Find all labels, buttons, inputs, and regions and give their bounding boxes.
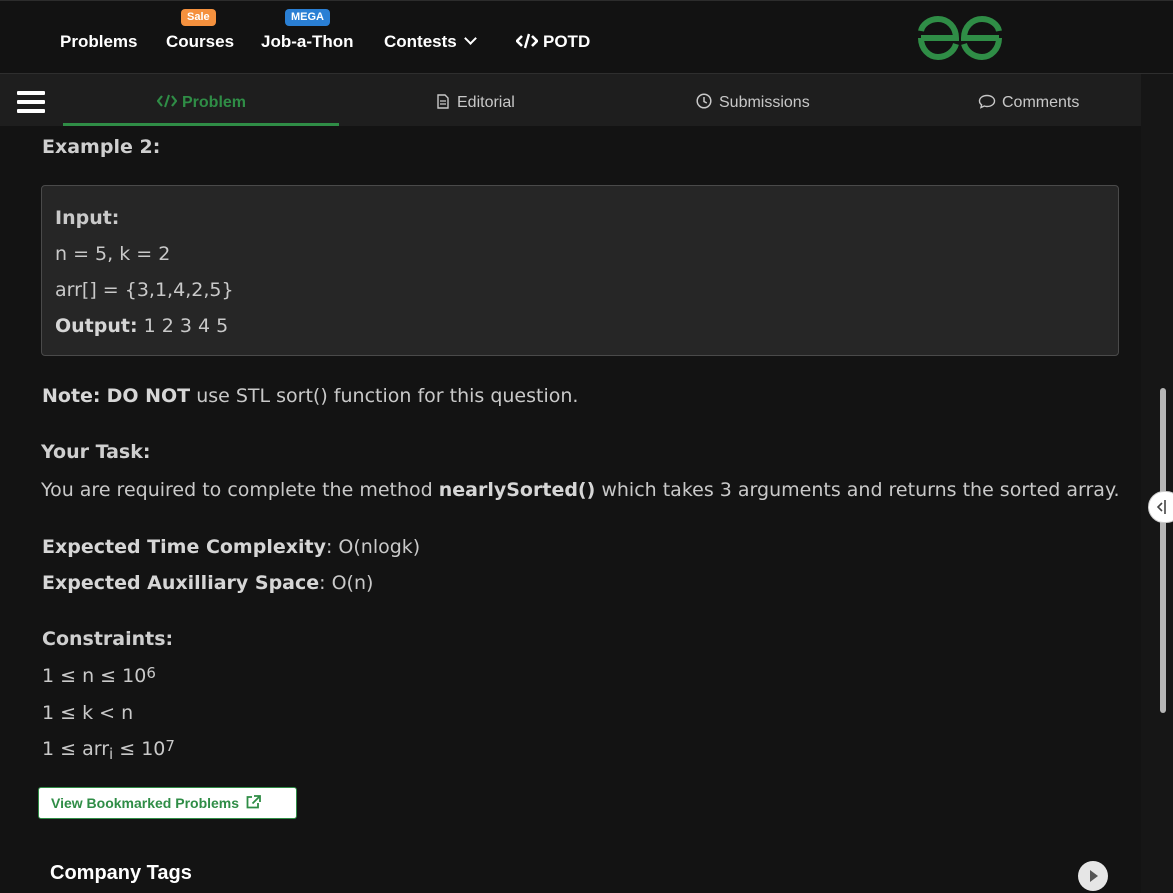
document-icon <box>437 94 449 109</box>
tab-comments-label: Comments <box>1002 94 1080 111</box>
hamburger-menu-icon[interactable] <box>17 91 45 113</box>
constraint-arr: 1 ≤ arri ≤ 107 <box>42 737 175 763</box>
example-output-label: Output: <box>55 315 138 337</box>
tab-problem[interactable]: Problem <box>156 74 247 126</box>
example-heading: Example 2: <box>42 136 161 158</box>
example-input-line1: n = 5, k = 2 <box>55 243 171 265</box>
example-box: Input: n = 5, k = 2 arr[] = {3,1,4,2,5} … <box>41 185 1119 356</box>
view-bookmarked-problems-button[interactable]: View Bookmarked Problems <box>38 787 297 819</box>
time-value: : O(nlogk) <box>325 536 421 558</box>
example-output: Output: 1 2 3 4 5 <box>55 315 228 337</box>
scrollbar-track[interactable] <box>1141 74 1173 893</box>
example-output-value: 1 2 3 4 5 <box>143 315 229 337</box>
code-icon <box>156 94 178 108</box>
clock-icon <box>696 93 712 109</box>
nav-job-a-thon[interactable]: Job-a-Thon <box>261 32 354 52</box>
mega-badge: MEGA <box>285 9 330 26</box>
nav-problems[interactable]: Problems <box>60 32 137 52</box>
space-complexity: Expected Auxilliary Space: O(n) <box>42 572 373 594</box>
space-label: Expected Auxilliary Space <box>42 572 320 594</box>
constraint-arr-exp: 7 <box>165 737 175 755</box>
constraints-heading: Constraints: <box>42 628 174 650</box>
chat-icon <box>978 94 996 109</box>
scrollbar-thumb[interactable] <box>1160 388 1166 713</box>
nav-potd-label: POTD <box>543 32 591 51</box>
tab-comments[interactable]: Comments <box>978 74 1079 126</box>
expand-arrow-icon[interactable] <box>1078 861 1108 891</box>
nav-contests-label: Contests <box>384 32 457 51</box>
problem-tabs-bar: Problem Editorial Submissions Comments <box>0 74 1141 126</box>
problem-statement: Example 2: Input: n = 5, k = 2 arr[] = {… <box>0 126 1141 893</box>
constraint-n: 1 ≤ n ≤ 106 <box>42 664 156 687</box>
constraint-arr-pre: 1 ≤ arr <box>42 738 110 760</box>
note-label: Note: <box>42 385 101 407</box>
time-label: Expected Time Complexity <box>42 536 326 558</box>
example-input-line2: arr[] = {3,1,4,2,5} <box>55 279 234 301</box>
external-link-icon <box>246 795 261 809</box>
note: Note: DO NOT use STL sort() function for… <box>42 385 578 407</box>
tab-submissions-label: Submissions <box>719 94 810 111</box>
note-bold: DO NOT <box>106 385 191 407</box>
chevron-down-icon <box>463 32 477 45</box>
time-complexity: Expected Time Complexity: O(nlogk) <box>42 536 420 558</box>
constraint-arr-mid: ≤ 10 <box>113 738 166 760</box>
task-pre: You are required to complete the method <box>41 479 433 501</box>
nav-courses[interactable]: Courses <box>166 32 234 52</box>
constraint-arr-sub: i <box>109 745 114 763</box>
constraint-k: 1 ≤ k < n <box>42 702 134 724</box>
constraint-n-base: 1 ≤ n ≤ 10 <box>42 665 147 687</box>
company-tags-heading: Company Tags <box>50 862 192 884</box>
task-heading: Your Task: <box>41 441 151 463</box>
task-post: which takes 3 arguments and returns the … <box>601 479 1120 501</box>
example-input-label: Input: <box>55 207 120 229</box>
code-icon <box>515 33 539 49</box>
tab-submissions[interactable]: Submissions <box>696 74 810 126</box>
view-bookmarked-label: View Bookmarked Problems <box>51 795 240 811</box>
tab-editorial-label: Editorial <box>457 94 515 111</box>
nav-contests[interactable]: Contests <box>384 32 477 52</box>
nav-potd[interactable]: POTD <box>515 32 591 52</box>
top-navbar: Problems Sale Courses MEGA Job-a-Thon Co… <box>0 0 1173 74</box>
sale-badge: Sale <box>181 9 216 26</box>
gfg-logo-icon[interactable] <box>917 15 1003 61</box>
constraint-n-exp: 6 <box>146 664 156 682</box>
task-method: nearlySorted() <box>438 479 596 501</box>
tab-problem-label: Problem <box>182 94 247 111</box>
panel-resize-handle-icon[interactable] <box>1148 491 1173 523</box>
task-description: You are required to complete the method … <box>41 479 1120 501</box>
space-value: : O(n) <box>319 572 374 594</box>
note-text: use STL sort() function for this questio… <box>196 385 579 407</box>
tab-editorial[interactable]: Editorial <box>437 74 515 126</box>
